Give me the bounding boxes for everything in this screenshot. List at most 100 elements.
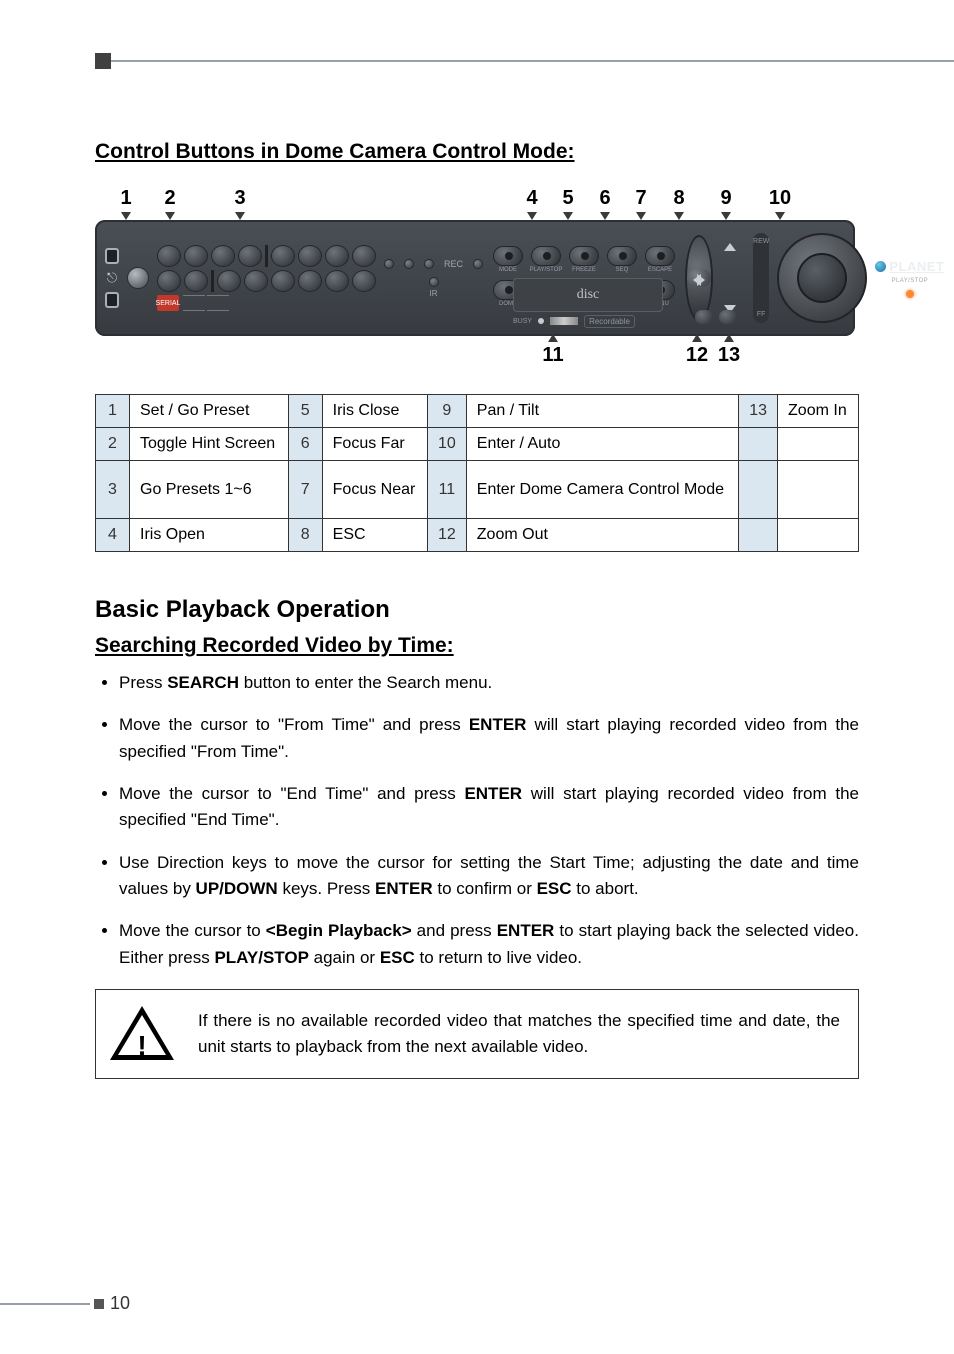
- playback-subheading: Searching Recorded Video by Time:: [95, 634, 859, 658]
- freeze-button[interactable]: [569, 246, 599, 266]
- ch-btn-10[interactable]: [184, 270, 208, 292]
- dot-icon: [424, 259, 434, 269]
- warning-icon: !: [110, 1006, 174, 1062]
- jog-wheel[interactable]: [777, 232, 867, 324]
- list-item: Move the cursor to <Begin Playback> and …: [119, 918, 859, 971]
- busy-label: BUSY: [513, 318, 532, 325]
- ch-btn-6[interactable]: [298, 245, 322, 267]
- rec-label: REC: [444, 259, 463, 269]
- list-item: Use Direction keys to move the cursor fo…: [119, 850, 859, 903]
- port-bottom: [105, 292, 119, 308]
- ch-btn-5[interactable]: [271, 245, 295, 267]
- brand-area: PLANET PLAY/STOP: [875, 259, 944, 298]
- freeze-label: FREEZE: [572, 267, 596, 273]
- playstop-button[interactable]: [531, 246, 561, 266]
- cell-num: 4: [96, 519, 130, 552]
- cell-label: Pan / Tilt: [466, 395, 738, 428]
- callout-10: 10: [769, 187, 791, 209]
- header-rule: [0, 60, 954, 62]
- dot-icon: [404, 259, 414, 269]
- cell-label: Iris Open: [130, 519, 289, 552]
- escape-button[interactable]: [645, 246, 675, 266]
- kw-esc: ESC: [537, 879, 572, 898]
- text: to abort.: [572, 879, 639, 898]
- ir-dot: [429, 277, 439, 287]
- small-button-2[interactable]: [719, 310, 737, 324]
- playstop-label: PLAY/STOP: [530, 267, 563, 273]
- footer-square: [94, 1299, 104, 1309]
- ch-btn-8[interactable]: [352, 245, 376, 267]
- serial-badge: SERIAL: [157, 295, 179, 311]
- kw-playstop: PLAY/STOP: [214, 948, 308, 967]
- ch-btn-11[interactable]: [217, 270, 241, 292]
- callout-3: 3: [234, 187, 245, 209]
- playback-heading: Basic Playback Operation: [95, 596, 859, 624]
- cell-label: Iris Close: [322, 395, 427, 428]
- ch-btn-3[interactable]: [211, 245, 235, 267]
- table-row: 3 Go Presets 1~6 7 Focus Near 11 Enter D…: [96, 461, 859, 519]
- mode-button[interactable]: [493, 246, 523, 266]
- page-number: 10: [110, 1293, 130, 1314]
- ch-btn-15[interactable]: [325, 270, 349, 292]
- cell-label: Zoom In: [778, 395, 859, 428]
- ch-btn-16[interactable]: [352, 270, 376, 292]
- kw-enter: ENTER: [464, 784, 522, 803]
- cell-num: 11: [427, 461, 466, 519]
- rec-area: REC IR: [384, 259, 483, 298]
- small-button-1[interactable]: [695, 310, 713, 324]
- cell-label: Focus Near: [322, 461, 427, 519]
- cell-num: [739, 519, 778, 552]
- kw-enter: ENTER: [469, 715, 527, 734]
- dot-icon: [473, 259, 483, 269]
- cell-label: Set / Go Preset: [130, 395, 289, 428]
- recordable-label: Recordable: [584, 315, 635, 328]
- callout-13: 13: [718, 344, 740, 366]
- seq-button[interactable]: [607, 246, 637, 266]
- cell-num: 7: [288, 461, 322, 519]
- cell-num: 6: [288, 428, 322, 461]
- callout-6: 6: [599, 187, 610, 209]
- brand-globe-icon: [875, 261, 886, 272]
- ff-label: FF: [757, 311, 766, 318]
- ch-btn-12[interactable]: [244, 270, 268, 292]
- disc-tray: disc: [513, 278, 663, 312]
- ch-btn-9[interactable]: [157, 270, 181, 292]
- footer-line: [0, 1303, 90, 1305]
- ch-btn-2[interactable]: [184, 245, 208, 267]
- cell-label: [778, 461, 859, 519]
- ch-btn-14[interactable]: [298, 270, 322, 292]
- button-mapping-table: 1 Set / Go Preset 5 Iris Close 9 Pan / T…: [95, 394, 859, 552]
- cell-num: [739, 428, 778, 461]
- list-item: Press SEARCH button to enter the Search …: [119, 670, 859, 696]
- rew-label: REW: [753, 238, 769, 245]
- ch-btn-7[interactable]: [325, 245, 349, 267]
- text: Move the cursor to "From Time" and press: [119, 715, 469, 734]
- cell-label: Focus Far: [322, 428, 427, 461]
- text: Press: [119, 673, 167, 692]
- cell-num: 12: [427, 519, 466, 552]
- cell-num: 8: [288, 519, 322, 552]
- cell-num: 3: [96, 461, 130, 519]
- cell-num: 10: [427, 428, 466, 461]
- cell-label: Zoom Out: [466, 519, 738, 552]
- ch-btn-13[interactable]: [271, 270, 295, 292]
- callout-numbers-bottom: 11 12 13: [95, 334, 855, 376]
- power-button[interactable]: [127, 267, 149, 289]
- mode-label: MODE: [499, 267, 517, 273]
- cell-num: 13: [739, 395, 778, 428]
- text: to confirm or: [433, 879, 537, 898]
- cell-num: 9: [427, 395, 466, 428]
- channel-buttons: SERIAL: [157, 245, 376, 311]
- cell-label: Enter / Auto: [466, 428, 738, 461]
- ch-btn-4[interactable]: [238, 245, 262, 267]
- table-row: 2 Toggle Hint Screen 6 Focus Far 10 Ente…: [96, 428, 859, 461]
- disc-label: disc: [577, 287, 600, 303]
- playback-bullets: Press SEARCH button to enter the Search …: [95, 670, 859, 971]
- cell-label: Go Presets 1~6: [130, 461, 289, 519]
- text: keys. Press: [278, 879, 375, 898]
- callout-5: 5: [562, 187, 573, 209]
- callout-2: 2: [164, 187, 175, 209]
- kw-enter: ENTER: [375, 879, 433, 898]
- page-footer: 10: [0, 1293, 130, 1314]
- ch-btn-1[interactable]: [157, 245, 181, 267]
